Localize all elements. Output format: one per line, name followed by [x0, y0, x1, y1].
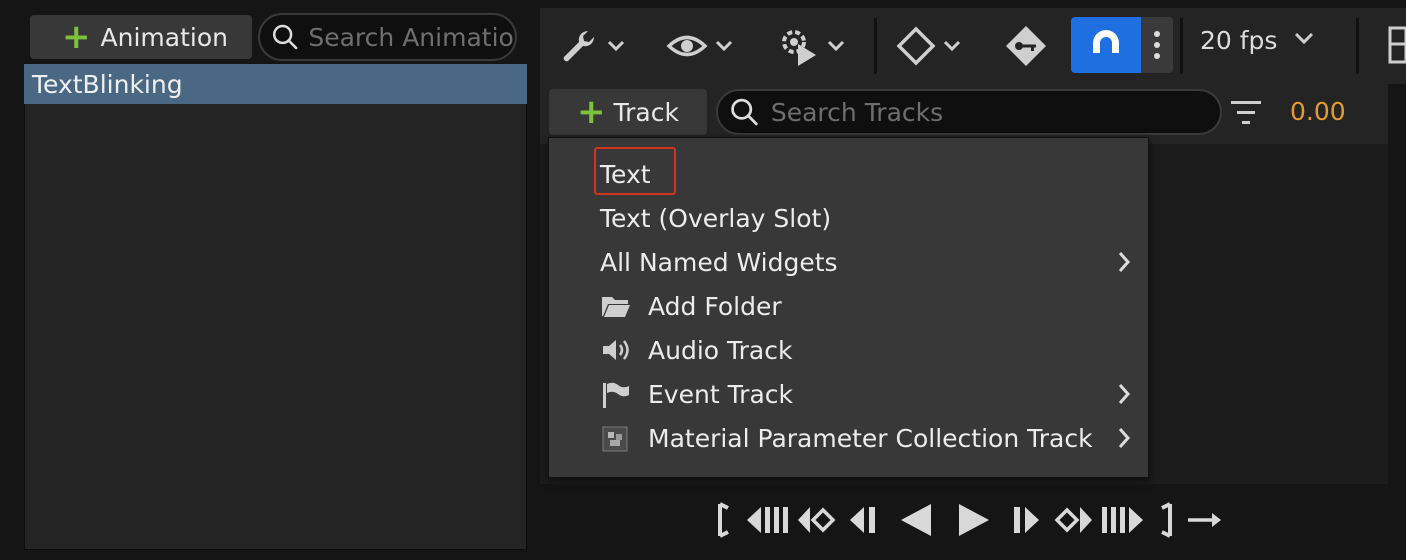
- step-forward-many-button[interactable]: [1100, 500, 1146, 540]
- add-track-button[interactable]: + Track: [549, 89, 707, 135]
- chevron-down-icon: [827, 40, 845, 52]
- jump-to-start-button[interactable]: [712, 500, 734, 540]
- add-track-menu: Text Text (Overlay Slot) All Named Widge…: [548, 137, 1149, 478]
- view-options-button[interactable]: [666, 20, 734, 72]
- chevron-down-icon[interactable]: [1292, 30, 1316, 46]
- chevron-down-icon: [607, 40, 625, 52]
- snap-toggle-button[interactable]: [1071, 17, 1141, 73]
- jump-to-end-button[interactable]: [1156, 500, 1178, 540]
- animation-search-input[interactable]: [308, 22, 515, 52]
- chevron-down-icon: [715, 40, 733, 52]
- jump-to-start-icon: [718, 502, 729, 538]
- step-forward-button[interactable]: [1010, 500, 1042, 540]
- current-time-value[interactable]: 0.00: [1290, 97, 1346, 126]
- step-forward-many-icon: [1102, 507, 1143, 533]
- menu-item-text[interactable]: Text: [549, 152, 1149, 196]
- animation-search-box[interactable]: [258, 13, 517, 61]
- play-reverse-icon: [901, 504, 931, 536]
- search-icon: [272, 24, 298, 50]
- add-animation-label: Animation: [100, 22, 228, 52]
- chevron-right-icon: [1118, 252, 1131, 272]
- play-reverse-button[interactable]: [898, 500, 934, 540]
- menu-item-audio-track[interactable]: Audio Track: [549, 328, 1149, 372]
- menu-item-all-named-widgets[interactable]: All Named Widgets: [549, 240, 1149, 284]
- loop-icon: [1188, 513, 1221, 527]
- plus-icon: +: [62, 17, 91, 57]
- search-icon: [731, 98, 758, 126]
- add-animation-button[interactable]: + Animation: [30, 15, 252, 59]
- flag-icon: [603, 382, 629, 408]
- step-forward-icon: [1014, 507, 1039, 533]
- wrench-icon: [563, 30, 595, 62]
- animation-list-item[interactable]: TextBlinking: [24, 64, 527, 104]
- step-back-icon: [850, 507, 875, 533]
- jump-to-end-icon: [1161, 502, 1172, 538]
- step-back-button[interactable]: [848, 500, 880, 540]
- menu-item-text-overlay-slot[interactable]: Text (Overlay Slot): [549, 196, 1149, 240]
- chevron-right-icon: [1118, 428, 1131, 448]
- next-key-button[interactable]: [1052, 500, 1094, 540]
- tools-menu-button[interactable]: [558, 20, 626, 72]
- step-back-many-icon: [747, 507, 788, 533]
- magnet-icon: [1093, 30, 1119, 59]
- animation-name: TextBlinking: [32, 69, 183, 99]
- step-back-many-button[interactable]: [744, 500, 790, 540]
- snap-options-button[interactable]: [1141, 17, 1173, 73]
- gear-play-icon: [782, 30, 816, 66]
- loop-button[interactable]: [1186, 500, 1222, 540]
- track-search-input[interactable]: [770, 97, 1220, 127]
- menu-item-add-folder[interactable]: Add Folder: [549, 284, 1149, 328]
- menu-item-material-parameter-collection-track[interactable]: Material Parameter Collection Track: [549, 416, 1149, 460]
- next-key-icon: [1054, 507, 1092, 533]
- eye-icon: [666, 35, 708, 57]
- material-collection-icon: [602, 426, 628, 452]
- plus-icon: +: [577, 92, 606, 132]
- layout-icon[interactable]: [1386, 26, 1406, 64]
- auto-key-button[interactable]: [1004, 20, 1048, 72]
- chevron-right-icon: [1118, 384, 1131, 404]
- framerate-label[interactable]: 20 fps: [1200, 26, 1277, 55]
- toolbar-divider: [1356, 18, 1359, 74]
- menu-item-event-track[interactable]: Event Track: [549, 372, 1149, 416]
- animation-list: [24, 64, 527, 550]
- add-track-label: Track: [613, 97, 679, 127]
- panel-edge: [1388, 84, 1406, 484]
- key-icon: [1006, 26, 1046, 66]
- more-vertical-icon: [1154, 31, 1160, 59]
- folder-icon: [602, 297, 630, 317]
- speaker-icon: [603, 340, 629, 360]
- play-button[interactable]: [956, 500, 992, 540]
- play-icon: [959, 504, 989, 536]
- chevron-down-icon: [943, 40, 961, 52]
- keyframe-diamond-icon: [896, 26, 936, 66]
- track-search-box[interactable]: [716, 89, 1222, 135]
- playback-options-button[interactable]: [776, 20, 846, 72]
- filter-icon[interactable]: [1230, 98, 1262, 128]
- toolbar-divider: [874, 18, 877, 74]
- prev-key-button[interactable]: [796, 500, 838, 540]
- prev-key-icon: [798, 507, 836, 533]
- toolbar-divider: [1180, 18, 1183, 74]
- keyframe-options-button[interactable]: [896, 20, 962, 72]
